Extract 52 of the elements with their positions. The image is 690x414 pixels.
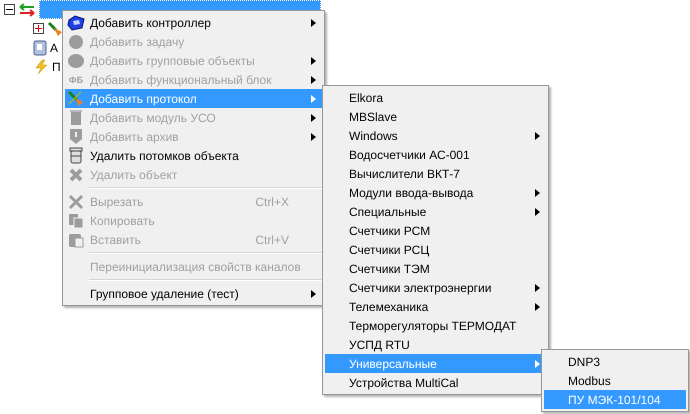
tree-item-label[interactable]: А [50,40,58,54]
submenu-arrow-icon [311,18,316,26]
submenu-arrow-icon [535,284,540,292]
submenu-arrow-icon [311,132,316,140]
menu-item[interactable]: Водосчетчики АС-001 [325,145,546,164]
submenu-arrow-icon [311,56,316,64]
menu-item[interactable]: MBSlave [325,107,546,126]
cylinder-icon [69,109,83,126]
device-icon [33,40,47,56]
tree-item-label[interactable]: П [52,60,61,74]
menu-item[interactable]: Вычислители ВКТ-7 [325,164,546,183]
menu-item[interactable]: Счетчики РСМ [325,221,546,240]
submenu-arrow-icon [311,94,316,102]
collapse-icon[interactable] [4,4,15,15]
menu-item[interactable]: Windows [325,126,546,145]
submenu-arrow-icon [311,290,316,298]
menu-item[interactable]: Счетчики ТЭМ [325,259,546,278]
shield-icon [69,128,83,145]
blob-icon [67,52,85,68]
submenu-arrow-icon [535,208,540,216]
submenu-arrow-icon [311,114,316,122]
menu-item[interactable]: Добавить контроллер [65,13,322,32]
copy-icon [68,212,84,228]
menu-item[interactable]: Elkora [325,88,546,107]
menu-item[interactable]: Специальные [325,202,546,221]
submenu-arrow-icon [535,302,540,310]
paste-icon [68,232,84,248]
trash-icon [69,147,83,164]
cross-icon [68,166,84,182]
submenu-arrow-icon [535,132,540,140]
menu-item[interactable]: Групповое удаление (тест) [65,284,322,303]
exchange-arrows-icon [18,2,36,16]
submenu-arrow-icon [535,360,540,368]
menu-item[interactable]: УСПД RTU [325,335,546,354]
menu-item[interactable]: Удалить потомков объекта [65,146,322,165]
menu-item[interactable]: Модули ввода-вывода [325,183,546,202]
menu-item[interactable]: Modbus [544,371,686,390]
expand-icon[interactable] [33,23,44,34]
function-block-icon: ФБ [68,74,84,84]
submenu-arrow-icon [311,76,316,84]
cut-icon [68,194,84,210]
plug-icon [67,90,85,108]
menu-item[interactable]: Счетчики РСЦ [325,240,546,259]
plug-icon [47,20,63,36]
circle-icon [68,34,84,50]
lightning-icon [33,58,49,74]
menu-item[interactable]: DNP3 [544,352,686,371]
menu-item[interactable]: Телемеханика [325,297,546,316]
controller-icon [67,14,85,30]
menu-item[interactable]: Счетчики электроэнергии [325,278,546,297]
menu-item[interactable]: Терморегуляторы ТЕРМОДАТ [325,316,546,335]
submenu-arrow-icon [535,188,540,196]
